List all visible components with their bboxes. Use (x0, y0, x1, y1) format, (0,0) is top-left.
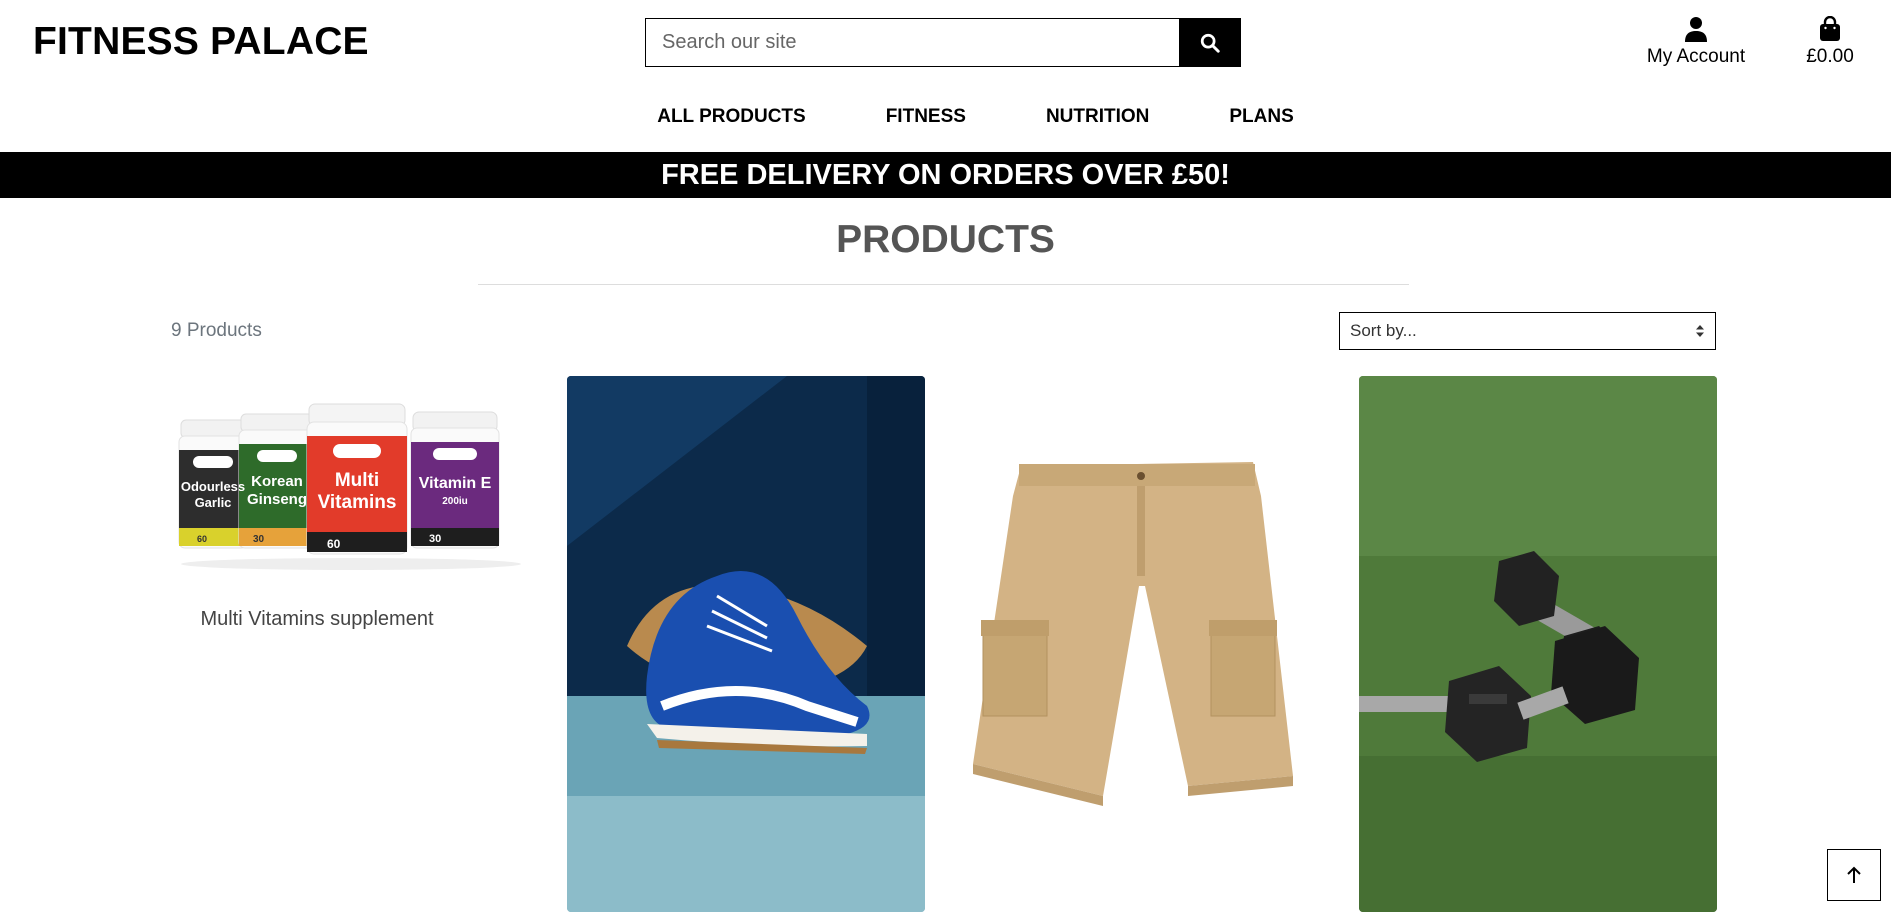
arrow-up-icon (1847, 866, 1861, 883)
product-card[interactable] (567, 376, 925, 912)
vitamin-label: Ginseng (247, 491, 307, 508)
vitamin-count: 30 (429, 533, 441, 545)
product-card[interactable]: Odourless Garlic 60 Korean Ginseng 30 Mu… (171, 376, 529, 631)
search-form (645, 18, 1241, 67)
vitamin-label: Multi (335, 470, 379, 491)
vitamin-label: Vitamins (318, 492, 397, 513)
vitamin-label: Korean (251, 473, 303, 490)
product-image-sneaker[interactable] (567, 376, 925, 912)
site-logo[interactable]: FITNESS PALACE (33, 20, 369, 64)
page-title: PRODUCTS (836, 218, 1055, 261)
nav-nutrition[interactable]: NUTRITION (1046, 106, 1149, 128)
vitamin-count: 30 (253, 534, 265, 545)
product-image-vitamins[interactable]: Odourless Garlic 60 Korean Ginseng 30 Mu… (171, 376, 529, 596)
nav-plans[interactable]: PLANS (1229, 106, 1293, 128)
search-button[interactable] (1179, 18, 1241, 67)
product-count: 9 Products (171, 320, 262, 341)
product-image-dumbbells[interactable] (1359, 376, 1717, 912)
nav-all-products[interactable]: ALL PRODUCTS (657, 106, 805, 128)
vitamin-label: Odourless (181, 479, 245, 494)
product-card[interactable] (1359, 376, 1717, 912)
bag-total: £0.00 (1806, 46, 1854, 67)
vitamin-count: 60 (197, 534, 207, 544)
vitamin-label: 200iu (442, 496, 468, 507)
delivery-banner: FREE DELIVERY ON ORDERS OVER £50! (0, 152, 1891, 198)
my-account-link[interactable]: My Account (1636, 12, 1756, 68)
sort-select[interactable]: Sort by... (1339, 312, 1716, 350)
product-card[interactable] (963, 376, 1321, 912)
vitamin-label: Garlic (195, 495, 232, 510)
shopping-bag-icon (1820, 16, 1840, 41)
user-icon (1685, 17, 1707, 42)
delivery-banner-text: FREE DELIVERY ON ORDERS OVER £50! (661, 158, 1230, 191)
vitamin-label: Vitamin E (419, 475, 492, 492)
select-caret-icon (1695, 324, 1705, 338)
product-image-shorts[interactable] (963, 376, 1321, 912)
sort-selected-value: Sort by... (1350, 321, 1417, 340)
my-account-label: My Account (1646, 46, 1746, 67)
back-to-top-button[interactable] (1827, 849, 1881, 901)
search-input[interactable] (645, 18, 1179, 67)
shopping-bag-link[interactable]: £0.00 (1794, 12, 1866, 68)
product-name[interactable]: Multi Vitamins supplement (171, 608, 463, 631)
title-divider (478, 284, 1409, 285)
main-nav: ALL PRODUCTS FITNESS NUTRITION PLANS (0, 106, 1891, 128)
search-icon (1200, 33, 1220, 53)
vitamin-count: 60 (327, 537, 341, 551)
nav-fitness[interactable]: FITNESS (886, 106, 966, 128)
